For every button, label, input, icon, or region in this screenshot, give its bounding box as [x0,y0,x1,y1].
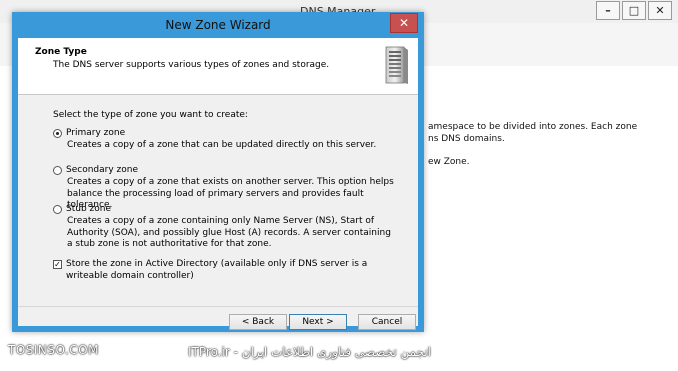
store-in-ad-label: Store the zone in Active Directory (avai… [66,259,368,281]
window-controls: – □ ✕ [596,1,672,20]
wizard-body: Zone Type The DNS server supports variou… [18,38,418,330]
details-text-line-3: ew Zone. [428,157,470,167]
page-title: Zone Type [35,47,87,57]
wizard-title: New Zone Wizard [165,18,271,32]
zone-type-prompt: Select the type of zone you want to crea… [53,110,248,120]
primary-zone-option[interactable]: Primary zone [53,128,125,138]
server-icon [385,46,408,84]
watermark-itpro: ITPro.ir - انجمن تخصصی فناوری اطلاعات ای… [188,345,431,359]
secondary-zone-option[interactable]: Secondary zone [53,165,138,175]
store-in-ad-option[interactable]: ✓ Store the zone in Active Directory (av… [53,259,396,282]
details-text-line-1: amespace to be divided into zones. Each … [428,122,638,132]
close-window-button[interactable]: ✕ [648,1,672,20]
details-text-line-2: ns DNS domains. [428,134,505,144]
wizard-titlebar[interactable]: New Zone Wizard ✕ [12,12,424,38]
primary-zone-label: Primary zone [66,128,126,138]
page-subtitle: The DNS server supports various types of… [53,60,330,70]
primary-zone-description: Creates a copy of a zone that can be upd… [67,140,377,150]
store-in-ad-checkbox[interactable]: ✓ [53,260,62,269]
primary-zone-radio[interactable] [53,128,62,138]
wizard-close-button[interactable]: ✕ [390,13,418,33]
stub-zone-label: Stub zone [66,204,111,214]
secondary-zone-description: Creates a copy of a zone that exists on … [67,177,394,210]
stub-zone-description: Creates a copy of a zone containing only… [67,216,391,249]
stub-zone-option[interactable]: Stub zone [53,204,111,214]
new-zone-wizard-dialog: New Zone Wizard ✕ Zone Type The DNS serv… [12,12,424,332]
footer-divider [18,306,418,307]
watermark-tosinso: TOSINSO.COM [8,343,99,357]
stub-zone-radio[interactable] [53,204,62,214]
secondary-zone-label: Secondary zone [66,165,138,175]
next-button[interactable]: Next > [289,314,347,330]
maximize-button[interactable]: □ [622,1,646,20]
cancel-button[interactable]: Cancel [358,314,416,330]
minimize-button[interactable]: – [596,1,620,20]
wizard-header: Zone Type The DNS server supports variou… [18,38,418,95]
secondary-zone-radio[interactable] [53,165,62,175]
back-button[interactable]: < Back [229,314,287,330]
